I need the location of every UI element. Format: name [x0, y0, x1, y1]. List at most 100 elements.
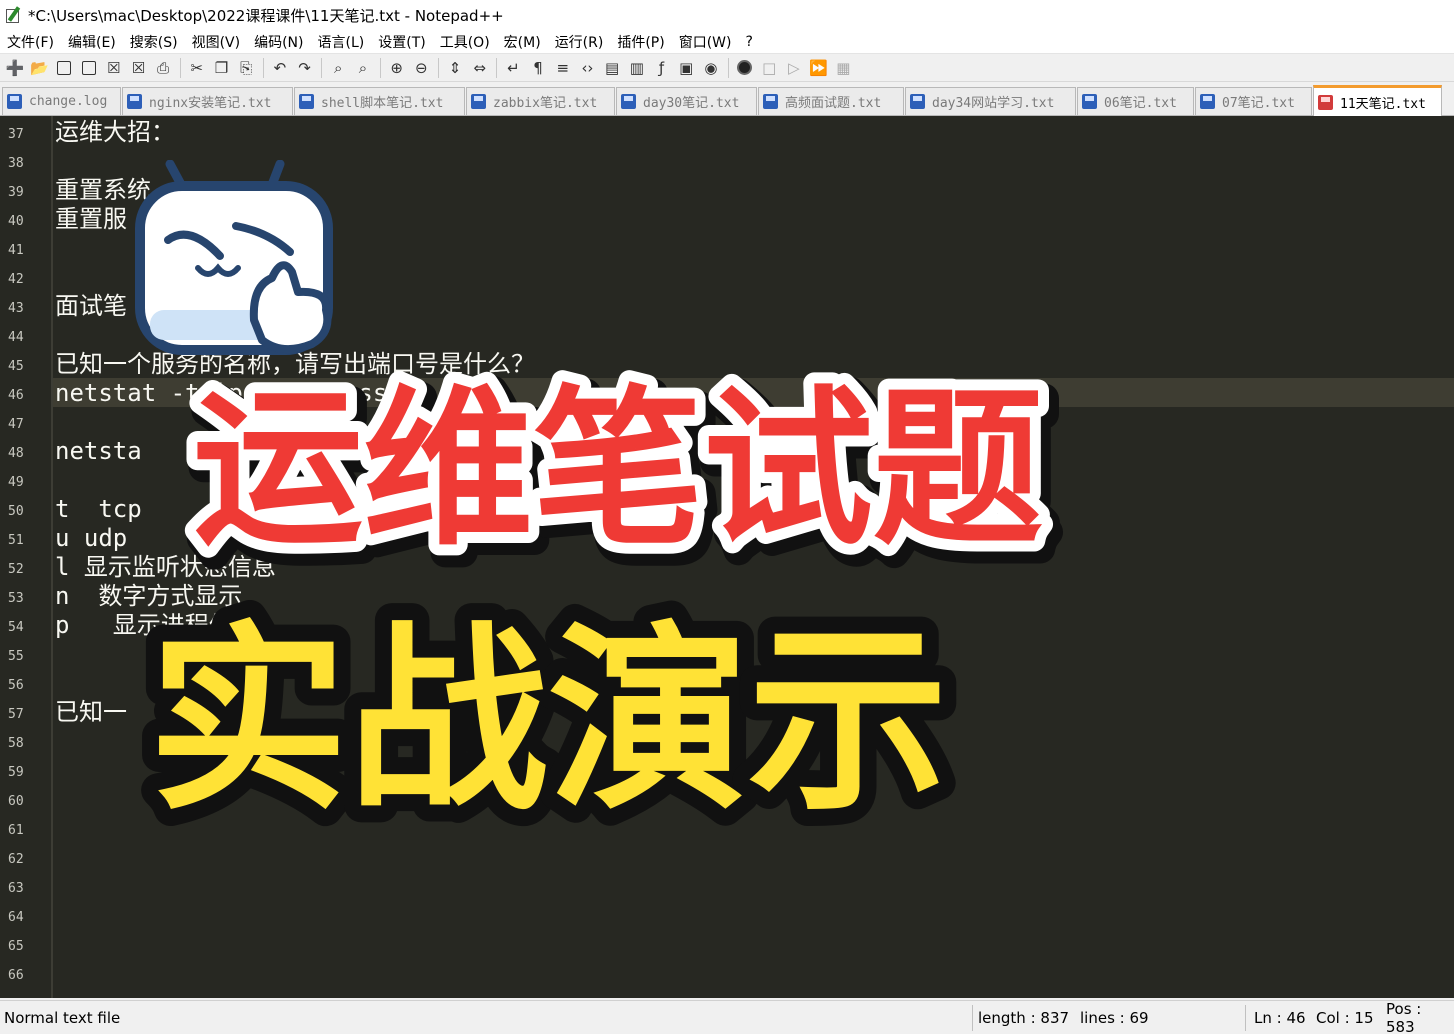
- menu-plugins[interactable]: 插件(P): [610, 32, 671, 52]
- tab-day34-notes[interactable]: day34网站学习.txt: [905, 87, 1076, 115]
- line-number: 63: [8, 881, 24, 896]
- tab-07-notes[interactable]: 07笔记.txt: [1195, 87, 1312, 115]
- tab-11-day-notes[interactable]: 11天笔记.txt: [1313, 85, 1442, 116]
- line-number: 50: [8, 504, 24, 519]
- file-saved-icon: [127, 94, 142, 109]
- tab-label: day30笔记.txt: [643, 96, 740, 111]
- function-list-icon[interactable]: ƒ: [651, 57, 673, 79]
- menu-macro[interactable]: 宏(M): [497, 32, 548, 52]
- print-icon[interactable]: ⎙: [152, 57, 174, 79]
- undo-icon[interactable]: ↶: [269, 57, 291, 79]
- document-map-icon[interactable]: ▤: [601, 57, 623, 79]
- paste-icon[interactable]: ⎘: [235, 57, 257, 79]
- save-icon[interactable]: [53, 57, 75, 79]
- menu-file[interactable]: 文件(F): [0, 32, 61, 52]
- tab-label: zabbix笔记.txt: [493, 96, 598, 111]
- headline-red: 运维笔试题 运维笔试题 运维笔试题: [182, 368, 1064, 578]
- file-saved-icon: [1082, 94, 1097, 109]
- line-number: 53: [8, 591, 24, 606]
- line-number: 42: [8, 272, 24, 287]
- line-number: 43: [8, 301, 24, 316]
- line-number: 52: [8, 562, 24, 577]
- line-number: 40: [8, 214, 24, 229]
- tab-day30-notes[interactable]: day30笔记.txt: [616, 87, 757, 115]
- headline-red-text: 运维笔试题: [193, 371, 1043, 569]
- tab-label: 11天笔记.txt: [1340, 96, 1426, 112]
- menu-help[interactable]: ?: [739, 34, 760, 50]
- menu-settings[interactable]: 设置(T): [371, 32, 432, 52]
- line-number: 62: [8, 852, 24, 867]
- menu-tools[interactable]: 工具(O): [433, 32, 497, 52]
- line-number: 54: [8, 620, 24, 635]
- tab-label: 07笔记.txt: [1222, 96, 1295, 111]
- cut-icon[interactable]: ✂: [186, 57, 208, 79]
- play-macro-icon[interactable]: ▷: [783, 57, 805, 79]
- status-bar: Normal text file length : 837 lines : 69…: [0, 1000, 1454, 1034]
- zoom-in-icon[interactable]: ⊕: [386, 57, 408, 79]
- menu-search[interactable]: 搜索(S): [123, 32, 185, 52]
- tab-label: 06笔记.txt: [1104, 96, 1177, 111]
- copy-icon[interactable]: ❐: [211, 57, 233, 79]
- indent-guide-icon[interactable]: ≡: [552, 57, 574, 79]
- tab-label: change.log: [29, 94, 108, 109]
- menu-edit[interactable]: 编辑(E): [61, 32, 123, 52]
- line-number-gutter: 37 38 39 40 41 42 43 44 45 46 47 48 49 5…: [0, 116, 47, 998]
- line-number: 64: [8, 910, 24, 925]
- menu-encoding[interactable]: 编码(N): [247, 32, 310, 52]
- headline-yellow-text: 实战演示: [148, 605, 948, 838]
- line-number: 55: [8, 649, 24, 664]
- tab-shell-notes[interactable]: shell脚本笔记.txt: [294, 87, 465, 115]
- document-list-icon[interactable]: ▥: [626, 57, 648, 79]
- open-file-icon[interactable]: 📂: [29, 57, 51, 79]
- menu-language[interactable]: 语言(L): [311, 32, 372, 52]
- xml-tag-icon[interactable]: ‹›: [576, 57, 598, 79]
- tab-zabbix-notes[interactable]: zabbix笔记.txt: [466, 87, 615, 115]
- tab-interview-questions[interactable]: 高频面试题.txt: [758, 87, 904, 115]
- toolbar-separator: [321, 57, 323, 78]
- close-all-icon[interactable]: ☒: [127, 57, 149, 79]
- sync-horizontal-icon[interactable]: ⇔: [469, 57, 491, 79]
- status-divider: [972, 1005, 973, 1031]
- line-number: 61: [8, 823, 24, 838]
- menu-run[interactable]: 运行(R): [548, 32, 611, 52]
- tab-06-notes[interactable]: 06笔记.txt: [1077, 87, 1194, 115]
- code-line: 面试笔: [55, 292, 127, 320]
- menu-view[interactable]: 视图(V): [185, 32, 248, 52]
- folder-as-workspace-icon[interactable]: ▣: [675, 57, 697, 79]
- tab-change-log[interactable]: change.log: [2, 87, 121, 115]
- replace-icon[interactable]: ⌕: [352, 57, 374, 79]
- file-saved-icon: [763, 94, 778, 109]
- line-number: 38: [8, 156, 24, 171]
- tab-nginx-notes[interactable]: nginx安装笔记.txt: [122, 87, 293, 115]
- run-macro-multiple-icon[interactable]: ⏩: [808, 57, 830, 79]
- status-divider: [1245, 1005, 1246, 1031]
- record-macro-icon[interactable]: [734, 57, 756, 79]
- toolbar-separator: [179, 57, 181, 78]
- monitoring-icon[interactable]: ◉: [700, 57, 722, 79]
- line-number: 56: [8, 678, 24, 693]
- notepad-plus-plus-icon: [4, 6, 22, 24]
- word-wrap-icon[interactable]: ↵: [502, 57, 524, 79]
- line-number: 37: [8, 127, 24, 142]
- close-icon[interactable]: ☒: [103, 57, 125, 79]
- toolbar-separator: [262, 57, 264, 78]
- stop-record-icon[interactable]: □: [758, 57, 780, 79]
- find-icon[interactable]: ⌕: [327, 57, 349, 79]
- tab-label: day34网站学习.txt: [932, 96, 1055, 111]
- line-number: 60: [8, 794, 24, 809]
- save-macro-icon[interactable]: ▦: [832, 57, 854, 79]
- new-file-icon[interactable]: ➕: [4, 57, 26, 79]
- status-ln: Ln : 46: [1254, 1009, 1306, 1027]
- code-line: u udp: [55, 524, 128, 552]
- line-number: 51: [8, 533, 24, 548]
- zoom-out-icon[interactable]: ⊖: [410, 57, 432, 79]
- code-line: 运维大招：: [55, 118, 175, 146]
- sync-vertical-icon[interactable]: ⇕: [444, 57, 466, 79]
- redo-icon[interactable]: ↷: [294, 57, 316, 79]
- file-saved-icon: [621, 94, 636, 109]
- menu-window[interactable]: 窗口(W): [672, 32, 739, 52]
- toolbar-separator: [379, 57, 381, 78]
- headline-yellow: 实战演示 实战演示: [131, 600, 965, 840]
- show-all-chars-icon[interactable]: ¶: [527, 57, 549, 79]
- save-all-icon[interactable]: [78, 57, 100, 79]
